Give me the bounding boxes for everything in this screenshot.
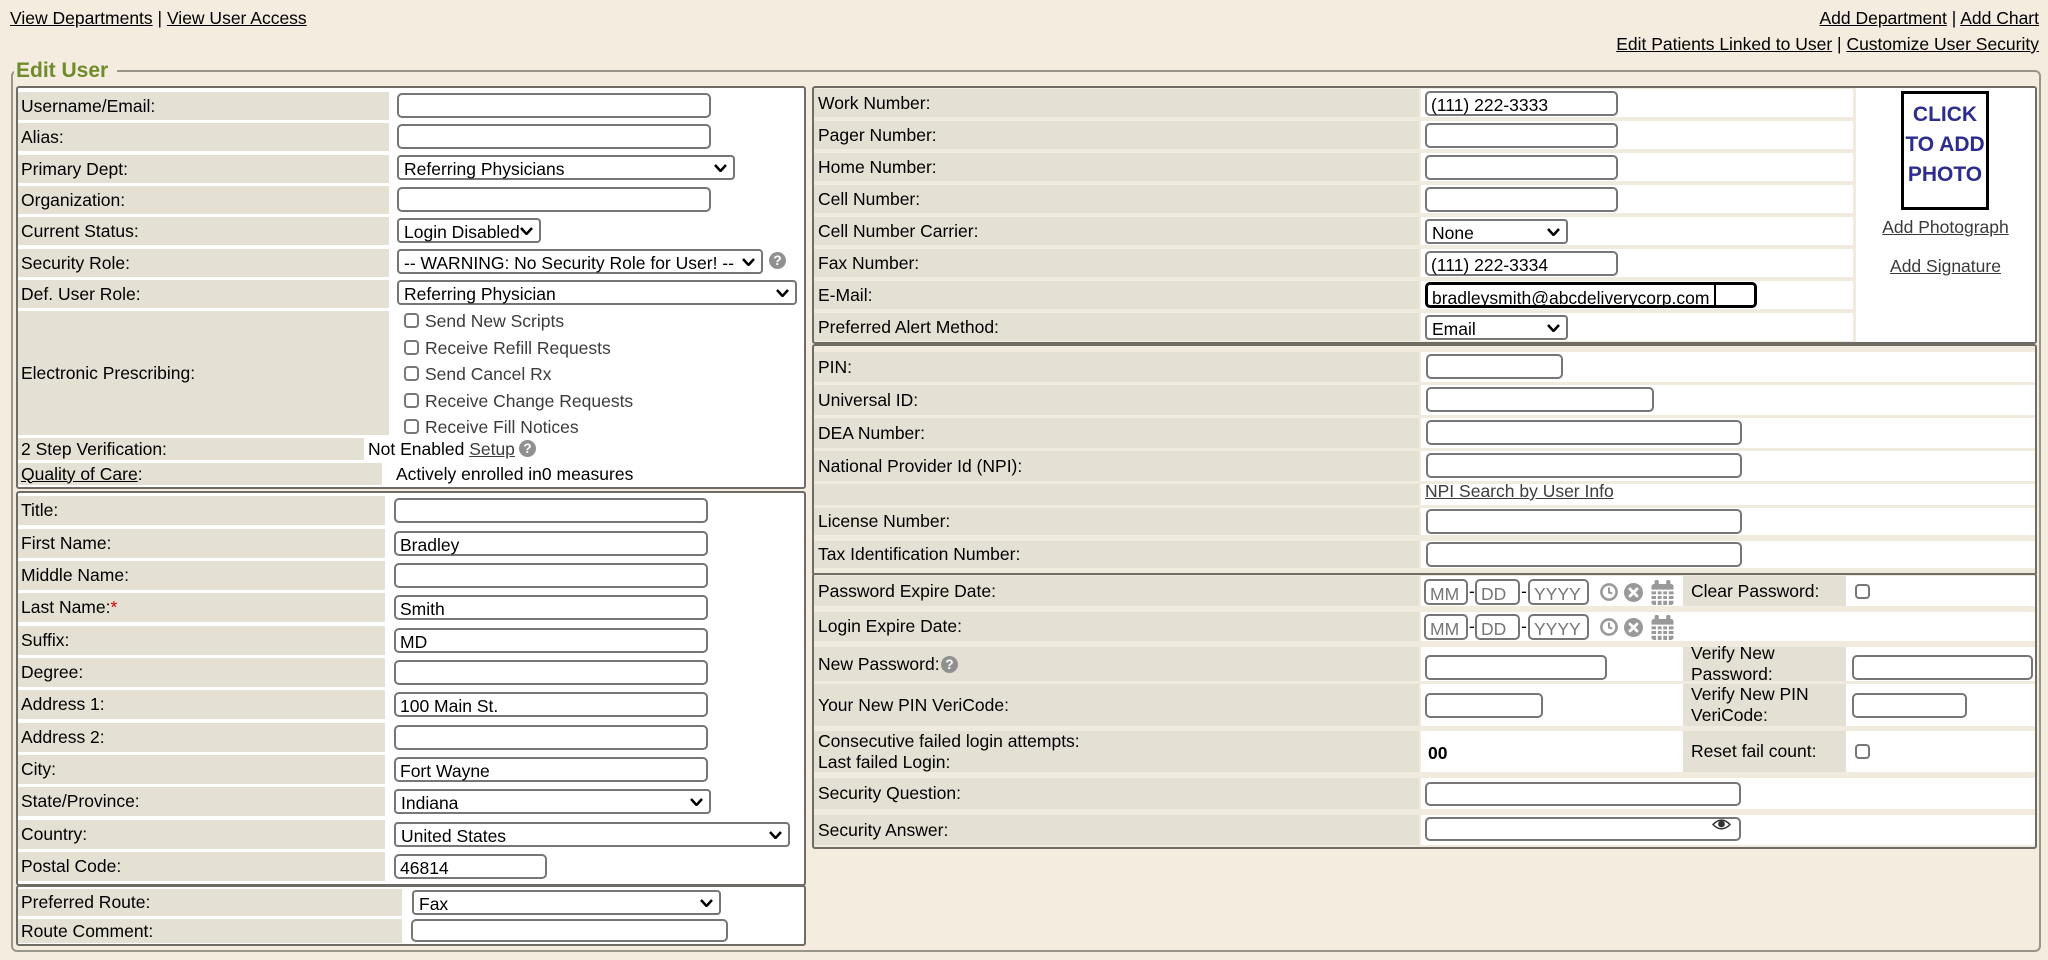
svg-text:?: ?	[523, 441, 531, 456]
svg-text:?: ?	[773, 253, 781, 268]
svg-text:?: ?	[945, 657, 953, 672]
